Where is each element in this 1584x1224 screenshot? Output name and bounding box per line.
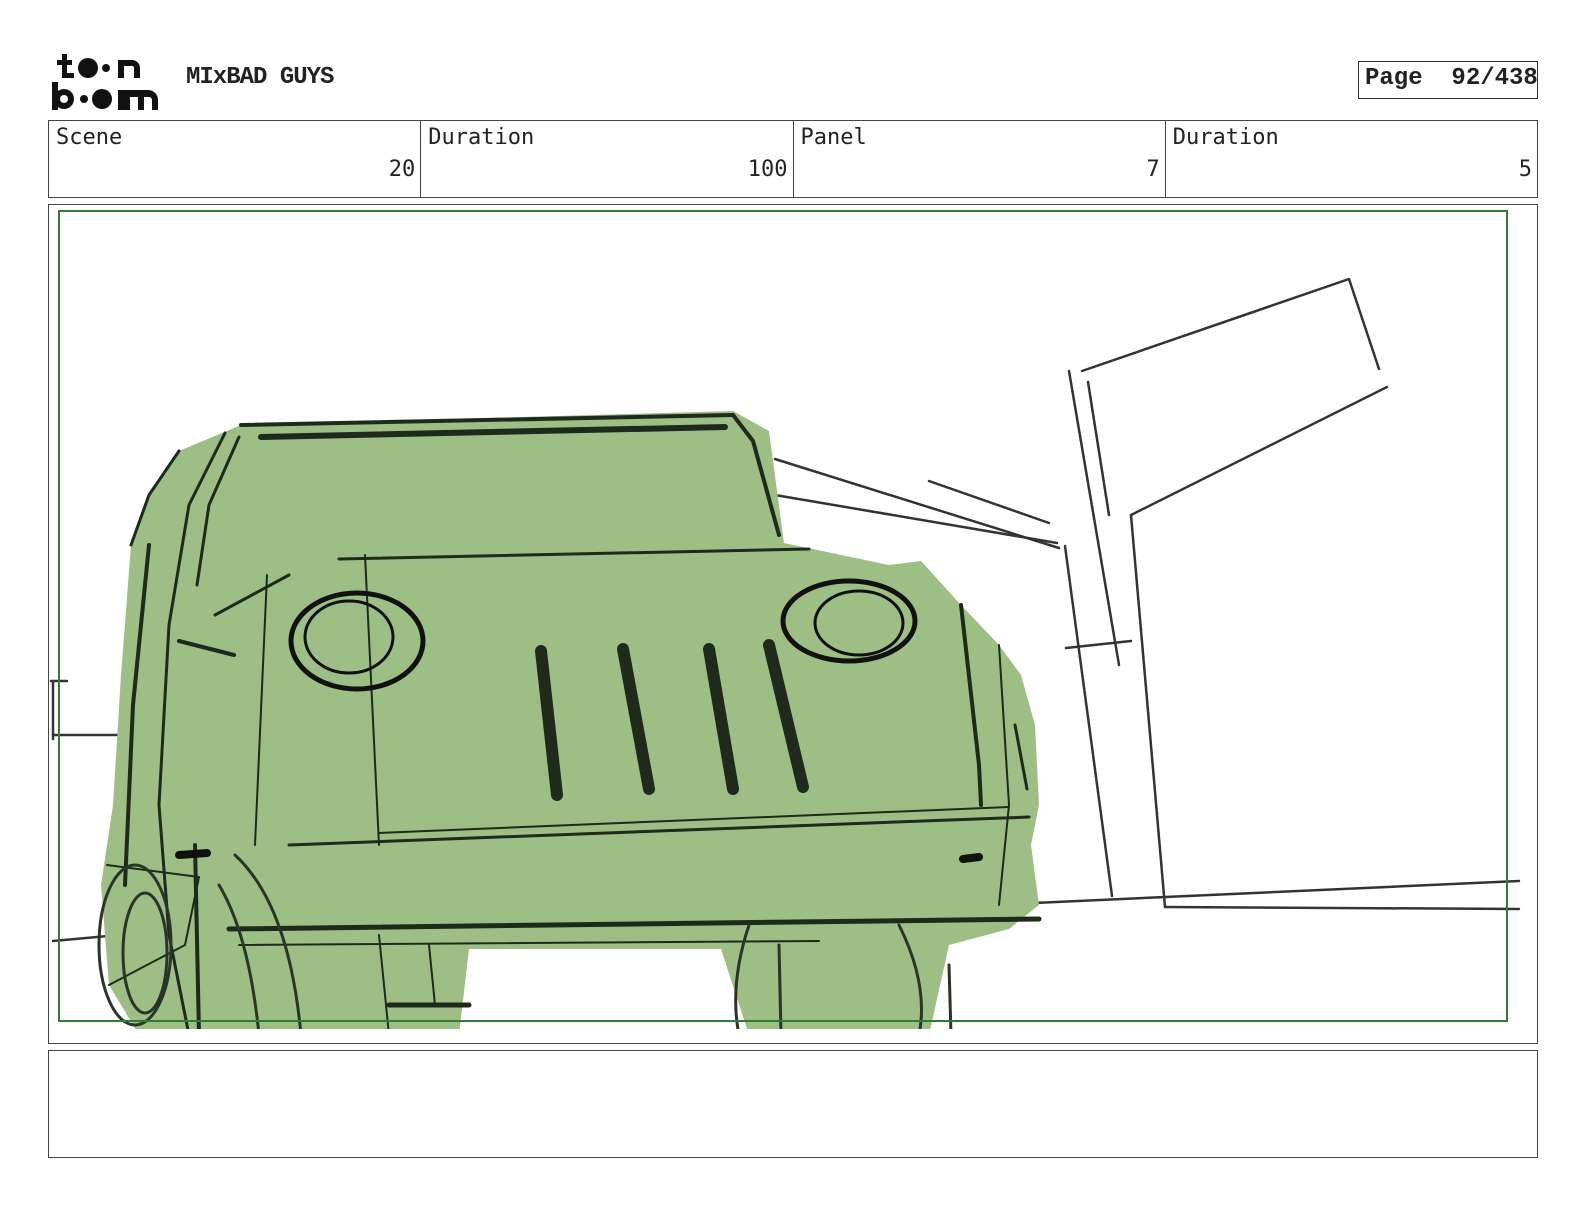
panel-info-row: Scene 20 Duration 100 Panel 7 Duration 5 xyxy=(48,120,1538,198)
panel-duration-value: 5 xyxy=(1518,157,1532,182)
scene-duration-value: 100 xyxy=(747,157,788,182)
page-number: 92/438 xyxy=(1451,65,1538,92)
scene-duration-cell: Duration 100 xyxy=(421,121,794,197)
panel-cell: Panel 7 xyxy=(794,121,1166,197)
scene-label: Scene xyxy=(56,125,123,150)
scene-duration-label: Duration xyxy=(428,125,535,150)
toon-boom-logo xyxy=(52,54,158,110)
panel-value: 7 xyxy=(1146,157,1160,182)
panel-duration-cell: Duration 5 xyxy=(1166,121,1537,197)
panel-sketch xyxy=(49,210,1521,1029)
storyboard-panel xyxy=(48,204,1538,1044)
panel-notes xyxy=(48,1050,1538,1158)
page-indicator: Page 92/438 xyxy=(1358,61,1538,99)
project-title: MIxBAD GUYS xyxy=(186,64,334,91)
panel-duration-label: Duration xyxy=(1172,125,1279,150)
page-label: Page xyxy=(1365,65,1423,92)
scene-cell: Scene 20 xyxy=(49,121,422,197)
scene-value: 20 xyxy=(388,157,416,182)
panel-label: Panel xyxy=(800,125,867,150)
